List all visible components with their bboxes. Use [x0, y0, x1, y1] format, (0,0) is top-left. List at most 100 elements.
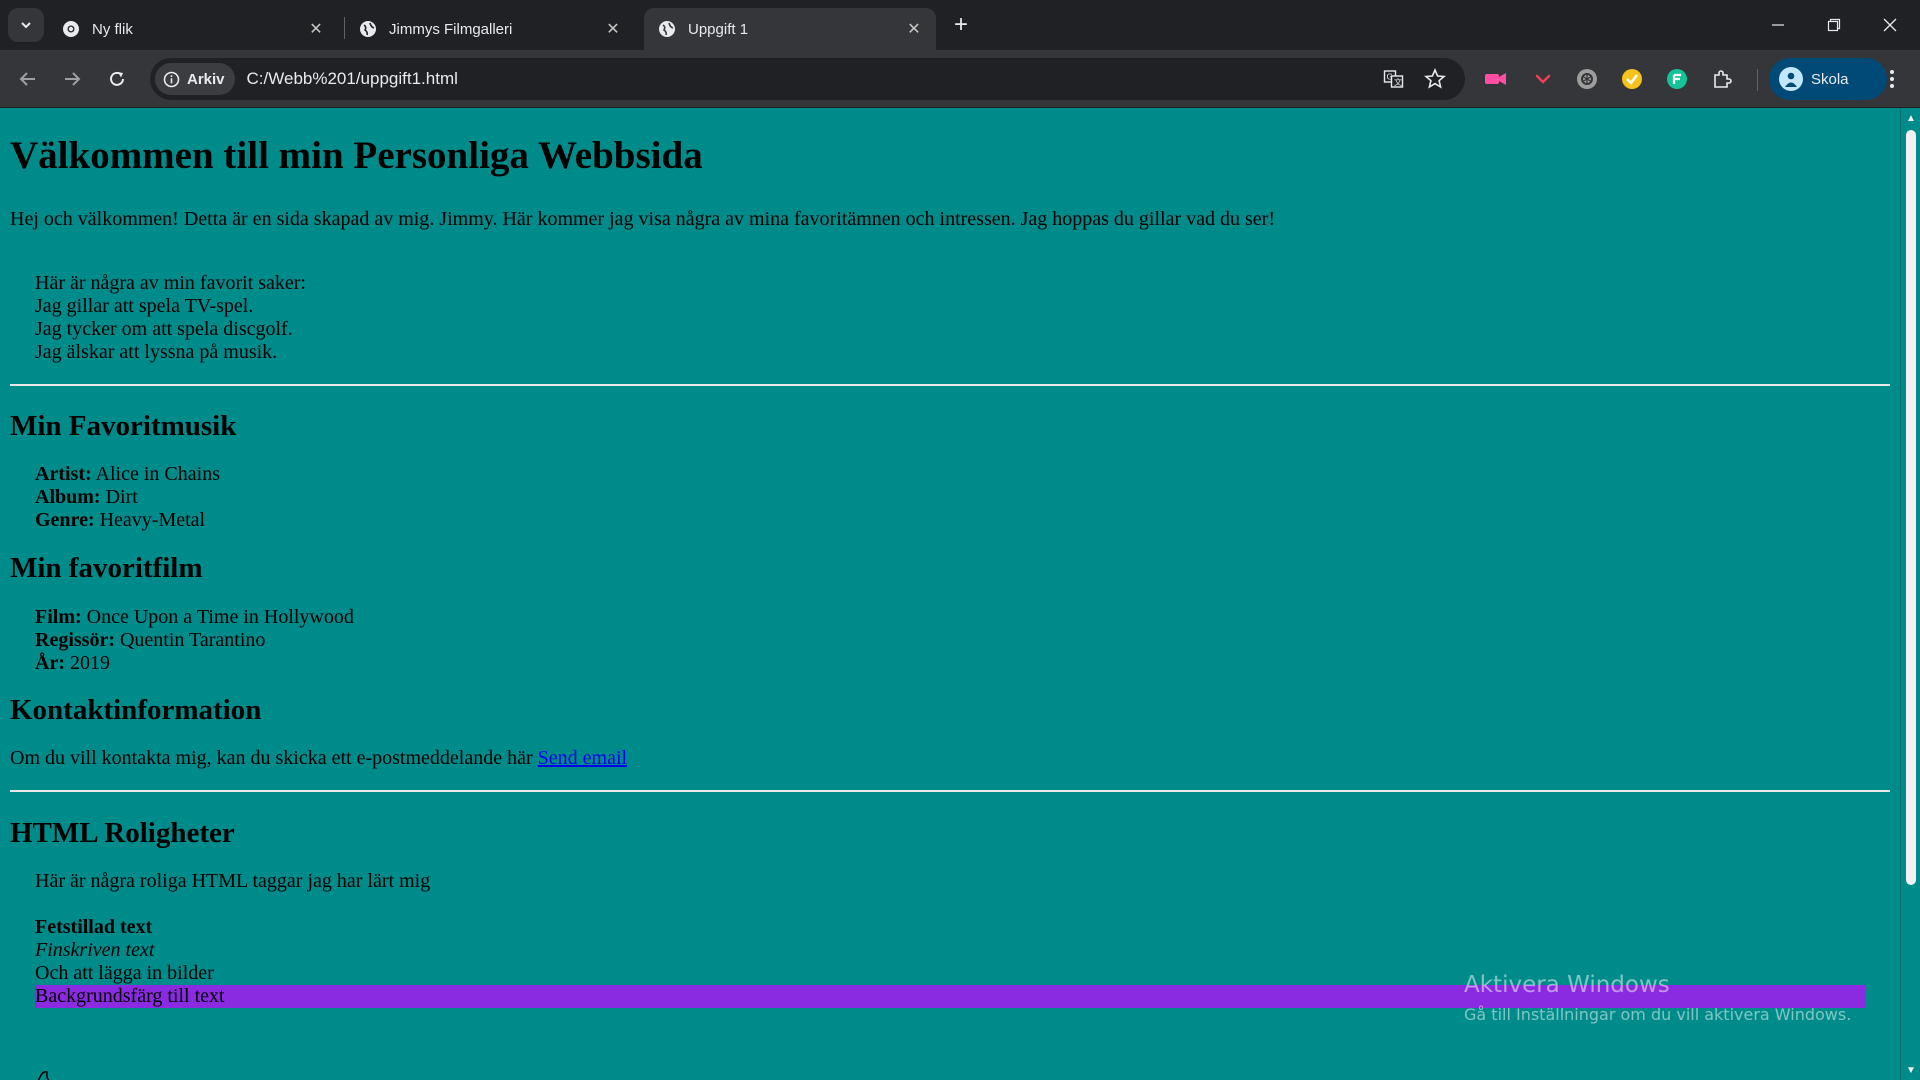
- info-label: Genre:: [35, 509, 95, 532]
- restore-button[interactable]: [1806, 0, 1862, 50]
- tab-title: Jimmys Filmgalleri: [389, 20, 513, 38]
- arrow-right-icon: [65, 72, 81, 86]
- scrollbar-thumb[interactable]: [1906, 130, 1916, 885]
- bookmark-button[interactable]: [1422, 66, 1448, 92]
- html-fun-heading: HTML Roligheter: [10, 816, 235, 849]
- tab-search-button[interactable]: [8, 8, 44, 42]
- browser-menu-button[interactable]: [1878, 65, 1906, 93]
- info-row: Genre: Heavy-Metal: [35, 509, 1890, 532]
- page-content: Välkommen till min Personliga Webbsida H…: [0, 134, 1900, 1009]
- send-email-link[interactable]: Send email: [538, 747, 627, 769]
- screen-recorder-extension-button[interactable]: [1482, 65, 1510, 93]
- toolbar-separator: [1757, 69, 1758, 91]
- close-tab-icon[interactable]: ✕: [306, 19, 326, 39]
- bold-text-example: Fetstillad text: [35, 916, 1866, 939]
- translate-button[interactable]: G文: [1381, 66, 1407, 92]
- info-value: Once Upon a Time in Hollywood: [86, 605, 354, 628]
- close-tab-icon[interactable]: ✕: [603, 19, 623, 39]
- close-window-button[interactable]: [1862, 0, 1918, 50]
- new-tab-button[interactable]: +: [944, 11, 978, 38]
- video-camera-icon: [1485, 73, 1506, 85]
- profile-button[interactable]: Skola: [1769, 58, 1887, 100]
- tab-ny-flik[interactable]: Ny flik ✕: [48, 8, 338, 50]
- globe-icon: [659, 21, 675, 37]
- music-heading: Min Favoritmusik: [10, 409, 237, 442]
- scroll-up-arrow-icon[interactable]: ▲: [1905, 112, 1917, 124]
- translate-icon: G文: [1383, 70, 1404, 88]
- info-label: Film:: [35, 605, 82, 628]
- tab-jimmys-filmgalleri[interactable]: Jimmys Filmgalleri ✕: [345, 8, 635, 50]
- info-label: År:: [35, 651, 65, 674]
- tab-strip: Ny flik ✕ Jimmys Filmgalleri ✕ Uppgift 1…: [0, 0, 1920, 50]
- forward-button[interactable]: [56, 63, 88, 95]
- openai-icon: [1577, 69, 1597, 89]
- close-tab-icon[interactable]: ✕: [904, 19, 924, 39]
- svg-text:G: G: [1387, 73, 1393, 82]
- info-row: Regissör: Quentin Tarantino: [35, 629, 1890, 652]
- more-vert-icon: [1890, 70, 1894, 88]
- italic-text-example: Finskriven text: [35, 939, 1866, 962]
- grammarly-extension-button[interactable]: [1663, 65, 1691, 93]
- watermark-title: Aktivera Windows: [1464, 972, 1670, 998]
- html-fun-intro: Här är några roliga HTML taggar jag har …: [35, 870, 431, 893]
- activate-windows-watermark: Aktivera Windows Gå till Inställningar o…: [1464, 972, 1851, 1024]
- reload-button[interactable]: [101, 63, 133, 95]
- music-info: Artist: Alice in Chains Album: Dirt Genr…: [35, 463, 1890, 532]
- pocket-extension-button[interactable]: [1529, 65, 1557, 93]
- favorites-line: Jag gillar att spela TV-spel.: [35, 294, 254, 317]
- favorites-line: Jag älskar att lyssna på musik.: [35, 340, 278, 363]
- info-row: Artist: Alice in Chains: [35, 463, 1890, 486]
- grammarly-icon: [1667, 69, 1687, 89]
- partial-image: [37, 1070, 50, 1080]
- minimize-icon: [1772, 24, 1784, 26]
- check-circle-icon: [1622, 69, 1642, 89]
- chevron-down-icon: [1535, 74, 1551, 84]
- star-icon: [1424, 68, 1446, 89]
- film-heading: Min favoritfilm: [10, 552, 203, 585]
- page-viewport: Välkommen till min Personliga Webbsida H…: [0, 108, 1900, 1080]
- minimize-button[interactable]: [1750, 0, 1806, 50]
- scroll-down-arrow-icon[interactable]: ▼: [1905, 1064, 1917, 1076]
- info-label: Regissör:: [35, 628, 115, 651]
- chrome-icon: [63, 21, 79, 37]
- divider: [10, 383, 1890, 386]
- reload-icon: [110, 71, 124, 86]
- info-value: Dirt: [105, 486, 138, 509]
- restore-icon: [1827, 18, 1841, 32]
- site-info-chip[interactable]: Arkiv: [155, 63, 235, 95]
- intro-paragraph: Hej och välkommen! Detta är en sida skap…: [10, 207, 1275, 230]
- chevron-down-icon: [21, 22, 31, 29]
- info-row: Film: Once Upon a Time in Hollywood: [35, 606, 1890, 629]
- browser-toolbar: Arkiv C:/Webb%201/uppgift1.html G文 Skola: [0, 50, 1920, 108]
- url-text[interactable]: C:/Webb%201/uppgift1.html: [247, 69, 458, 89]
- contact-text: Om du vill kontakta mig, kan du skicka e…: [10, 746, 533, 769]
- address-bar[interactable]: Arkiv C:/Webb%201/uppgift1.html G文: [150, 58, 1465, 100]
- arrow-left-icon: [19, 72, 35, 86]
- info-row: Album: Dirt: [35, 486, 1890, 509]
- back-button[interactable]: [12, 63, 44, 95]
- vertical-scrollbar[interactable]: ▲ ▼: [1900, 108, 1920, 1080]
- info-row: År: 2019: [35, 652, 1890, 675]
- divider: [10, 789, 1890, 792]
- film-info: Film: Once Upon a Time in Hollywood Regi…: [35, 606, 1890, 675]
- info-value: Quentin Tarantino: [119, 628, 266, 651]
- favorites-block: Här är några av min favorit saker: Jag g…: [35, 272, 1890, 364]
- info-label: Album:: [35, 486, 101, 509]
- info-value: 2019: [69, 651, 110, 674]
- puzzle-icon: [1714, 70, 1732, 88]
- profile-label: Skola: [1811, 70, 1849, 88]
- info-label: Artist:: [35, 463, 92, 486]
- grammar-extension-button[interactable]: [1618, 65, 1646, 93]
- tab-title: Uppgift 1: [688, 20, 749, 38]
- tab-title: Ny flik: [92, 20, 133, 38]
- watermark-subtitle: Gå till Inställningar om du vill aktiver…: [1464, 1005, 1852, 1024]
- contact-heading: Kontaktinformation: [10, 693, 262, 726]
- svg-text:文: 文: [1394, 77, 1402, 87]
- info-value: Alice in Chains: [95, 463, 220, 486]
- person-icon: [1785, 72, 1797, 87]
- info-icon: [163, 71, 180, 87]
- extensions-button[interactable]: [1708, 65, 1736, 93]
- contact-paragraph: Om du vill kontakta mig, kan du skicka e…: [10, 747, 1890, 770]
- ai-extension-button[interactable]: [1573, 65, 1601, 93]
- tab-uppgift-1[interactable]: Uppgift 1 ✕: [644, 8, 936, 50]
